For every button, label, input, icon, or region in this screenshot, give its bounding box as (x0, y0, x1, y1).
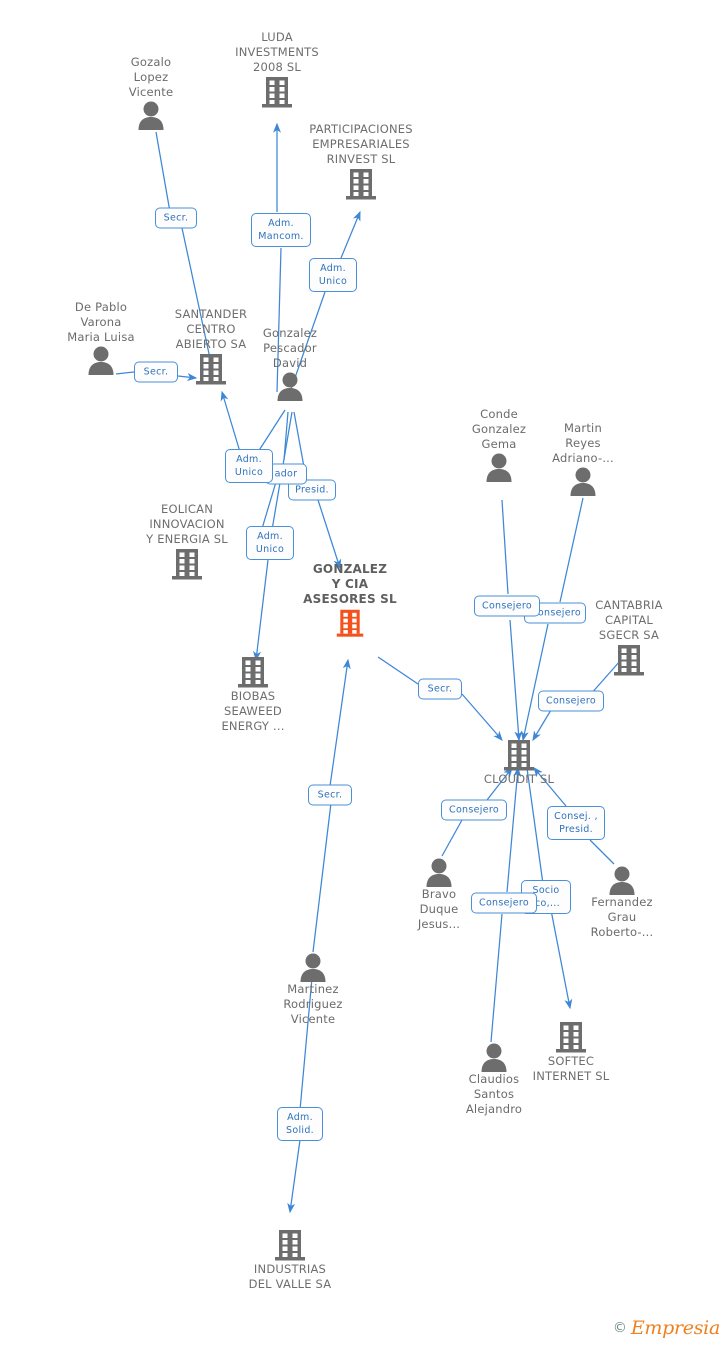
building-icon (614, 645, 644, 676)
edge-label-consej-presid-fernandez-cloudit[interactable]: Consej. , Presid. (547, 806, 605, 840)
edge-label-consejero-bravo-cloudit[interactable]: Consejero (441, 799, 507, 821)
node-label: BIOBAS SEAWEED ENERGY ... (221, 689, 285, 733)
building-icon (196, 354, 226, 385)
relationship-graph: Gozalo Lopez Vicente LUDA INVESTMENTS 20… (0, 0, 728, 1345)
edge-label-adm-unico-biobas[interactable]: Adm. Unico (246, 526, 294, 560)
watermark: © Empresia (613, 1317, 720, 1339)
node-eolican-innovacion-y-energia-sl[interactable]: EOLICAN INNOVACION Y ENERGIA SL (122, 502, 252, 581)
node-participaciones-empresariales-rinvest-sl[interactable]: PARTICIPACIONES EMPRESARIALES RINVEST SL (296, 122, 426, 201)
edge-label-secr-gozalo-santander[interactable]: Secr. (155, 207, 197, 229)
node-gozalo-lopez-vicente[interactable]: Gozalo Lopez Vicente (86, 55, 216, 130)
node-softec-internet-sl[interactable]: SOFTEC INTERNET SL (506, 1020, 636, 1084)
node-label: GONZALEZ Y CIA ASESORES SL (303, 562, 397, 606)
person-icon (277, 372, 303, 401)
edge-label-consejero-cantabria-cloudit[interactable]: Consejero (538, 690, 604, 712)
brand-name: Empresia (630, 1317, 720, 1339)
edge-label-consejero-claudios-cloudit[interactable]: Consejero (471, 892, 537, 914)
node-label: Gonzalez Pescador David (262, 326, 318, 370)
edge-label-secr-depablo-santander[interactable]: Secr. (134, 361, 178, 383)
node-industrias-del-valle-sa[interactable]: INDUSTRIAS DEL VALLE SA (225, 1228, 355, 1292)
building-icon (238, 657, 268, 688)
building-icon (172, 549, 202, 580)
node-gonzalez-pescador-david[interactable]: Gonzalez Pescador David (225, 326, 355, 401)
building-icon (504, 740, 534, 771)
edge-label-secr-martinez-main[interactable]: Secr. (308, 784, 352, 806)
node-label: LUDA INVESTMENTS 2008 SL (235, 30, 319, 74)
person-icon (570, 467, 596, 496)
edge-label-adm-unico-rinvest[interactable]: Adm. Unico (309, 258, 357, 292)
copyright-icon: © (612, 1320, 627, 1336)
node-label: SOFTEC INTERNET SL (532, 1054, 610, 1083)
person-icon (138, 101, 164, 130)
edge-label-adm-mancom-luda[interactable]: Adm. Mancom. (251, 213, 311, 247)
node-cloudit-sl[interactable]: CLOUDIT SL (454, 738, 584, 787)
node-label: INDUSTRIAS DEL VALLE SA (248, 1262, 332, 1291)
person-icon (486, 453, 512, 482)
node-biobas-seaweed-energy[interactable]: BIOBAS SEAWEED ENERGY ... (188, 655, 318, 734)
building-icon (262, 77, 292, 108)
building-icon-highlighted (336, 609, 364, 637)
building-icon (275, 1230, 305, 1261)
node-gonzalez-y-cia-asesores-sl[interactable]: GONZALEZ Y CIA ASESORES SL (285, 562, 415, 639)
node-martinez-rodriguez-vicente[interactable]: Martinez Rodriguez Vicente (248, 952, 378, 1027)
node-label: CLOUDIT SL (483, 772, 555, 786)
node-label: PARTICIPACIONES EMPRESARIALES RINVEST SL (309, 122, 413, 166)
person-icon (300, 953, 326, 982)
node-fernandez-grau-roberto[interactable]: Fernandez Grau Roberto-... (557, 865, 687, 940)
edge-label-secr-main-cloudit[interactable]: Secr. (418, 678, 462, 700)
building-icon (346, 169, 376, 200)
edge-label-consejero-conde-cloudit[interactable]: Consejero (474, 595, 540, 617)
node-label: Martin Reyes Adriano-... (552, 421, 614, 465)
building-icon (556, 1022, 586, 1053)
edge-label-adm-solid-industrias[interactable]: Adm. Solid. (277, 1107, 323, 1141)
node-label: Fernandez Grau Roberto-... (590, 895, 654, 939)
node-luda-investments-2008-sl[interactable]: LUDA INVESTMENTS 2008 SL (212, 30, 342, 109)
edge-label-adm-unico-santander[interactable]: Adm. Unico (225, 449, 273, 483)
node-label: EOLICAN INNOVACION Y ENERGIA SL (146, 502, 228, 546)
person-icon (426, 858, 452, 887)
node-martin-reyes-adriano[interactable]: Martin Reyes Adriano-... (518, 421, 648, 496)
person-icon (609, 866, 635, 895)
person-icon (88, 346, 114, 375)
node-label: Martinez Rodriguez Vicente (283, 982, 343, 1026)
node-label: Gozalo Lopez Vicente (128, 55, 174, 99)
